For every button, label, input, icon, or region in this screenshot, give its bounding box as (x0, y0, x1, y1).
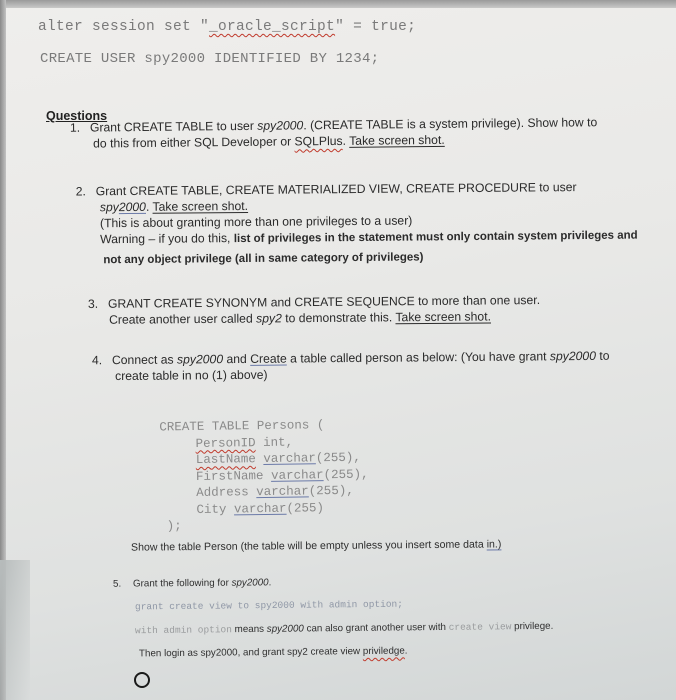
username: spy2000 (231, 577, 269, 589)
misspelled-word: priviledge (362, 645, 405, 658)
question-1: 1. Grant CREATE TABLE to user spy2000. (C… (70, 114, 598, 152)
code-keyword: _oracle_script (209, 19, 336, 35)
question-text: . (268, 577, 272, 589)
column-sep: , (285, 435, 294, 450)
username: spy2000 (549, 348, 596, 364)
sql-create-table: CREATE TABLE Persons ( PersonID int, Las… (159, 417, 369, 535)
question-number: 1. (69, 120, 81, 135)
explanation-text: can also grant another user with (303, 621, 449, 635)
column-name: PersonID (195, 435, 256, 451)
show-table-instruction: Show the table Person (the table will be… (131, 538, 501, 553)
grant-view-code: grant create view to spy2000 with admin … (134, 598, 404, 613)
question-text: Grant CREATE TABLE to user (89, 118, 258, 135)
question-text: to demonstrate this. (281, 310, 396, 326)
question-4: 4. Connect as spy2000 and Create a table … (92, 348, 610, 385)
warning-bold-text: not any object privilege (all in same ca… (103, 251, 424, 267)
code-line-alter-session: alter session set "_oracle_script" = tru… (38, 19, 416, 35)
column-type: varchar (233, 501, 287, 516)
column-sep: , (360, 467, 369, 482)
code-inline: create view (448, 621, 512, 633)
column-name: Address (196, 485, 249, 500)
username: spy2000 (266, 623, 304, 635)
question-text: . (CREATE TABLE is a system privilege). … (303, 115, 598, 133)
question-text: a table called person as below: (You hav… (286, 349, 550, 366)
question-text: do this from either SQL Developer or (93, 134, 295, 151)
question-2: 2. Grant CREATE TABLE, CREATE MATERIALIZE… (76, 179, 638, 269)
column-name: LastName (195, 452, 256, 467)
create-word: Create (250, 351, 287, 366)
question-text: Grant the following for (132, 577, 232, 590)
column-size: (255) (315, 450, 354, 466)
question-text: Connect as (111, 352, 178, 368)
question-text: create table in no (1) above) (115, 367, 268, 384)
code-text: " = true; (335, 19, 417, 35)
question-3: 3. GRANT CREATE SYNONYM and CREATE SEQUEN… (88, 292, 540, 328)
code-text: alter session set " (38, 19, 210, 35)
shadow (0, 560, 30, 700)
username: spy2 (256, 311, 282, 326)
screenshot-instruction: Take screen shot. (349, 132, 445, 148)
sql-close: ); (166, 519, 182, 534)
username: spy2000 (257, 118, 304, 133)
instruction-text: Show the table Person (the table will be… (130, 538, 487, 554)
admin-option-explanation: with admin option means spy2000 can also… (135, 621, 553, 636)
column-type: varchar (263, 451, 316, 467)
instruction-text: . (404, 645, 408, 657)
login-instruction: Then login as spy2000, and grant spy2 cr… (139, 646, 408, 660)
instruction-link-text: in.) (486, 538, 502, 551)
sql-column: Address varchar(255), (160, 483, 369, 502)
screenshot-instruction: Take screen shot. (395, 309, 492, 325)
username: spy2000 (176, 352, 224, 367)
column-name: FirstName (195, 468, 264, 484)
username: spy (99, 200, 119, 215)
code-line-create-user: CREATE USER spy2000 IDENTIFIED BY 1234; (40, 51, 380, 67)
question-text: Grant CREATE TABLE, CREATE MATERIALIZED … (95, 180, 577, 199)
explanation-text: means (231, 623, 267, 636)
screenshot-instruction: Take screen shot. (152, 198, 249, 214)
column-sep: , (346, 483, 354, 498)
column-name: City (196, 502, 227, 517)
tool-name: SQLPlus (294, 133, 343, 149)
question-number: 2. (75, 184, 86, 199)
username: 2000 (118, 199, 147, 215)
question-number: 4. (91, 353, 103, 368)
top-border (0, 0, 676, 8)
column-size: (255) (323, 467, 362, 482)
warning-text: Warning – if you do this, (100, 231, 234, 247)
warning-bold-text: list of privileges in the statement must… (233, 229, 638, 246)
question-number: 5. (112, 578, 122, 590)
instruction-text: Then login as spy2000, and grant spy2 cr… (138, 646, 363, 660)
column-size: (255) (286, 500, 325, 516)
explanation-text: privilege. (511, 620, 554, 633)
column-size: (255) (308, 483, 347, 499)
circle-icon (134, 672, 150, 688)
question-5: 5. Grant the following for spy2000. (113, 577, 271, 589)
code-inline: with admin option (134, 624, 232, 637)
column-type: varchar (270, 467, 324, 483)
column-type: varchar (256, 484, 309, 500)
question-text: Create another user called (109, 311, 257, 327)
question-text: to (595, 348, 610, 363)
question-text: and (222, 351, 251, 367)
column-type: int (262, 435, 286, 450)
question-number: 3. (87, 296, 99, 311)
column-sep: , (353, 450, 361, 465)
